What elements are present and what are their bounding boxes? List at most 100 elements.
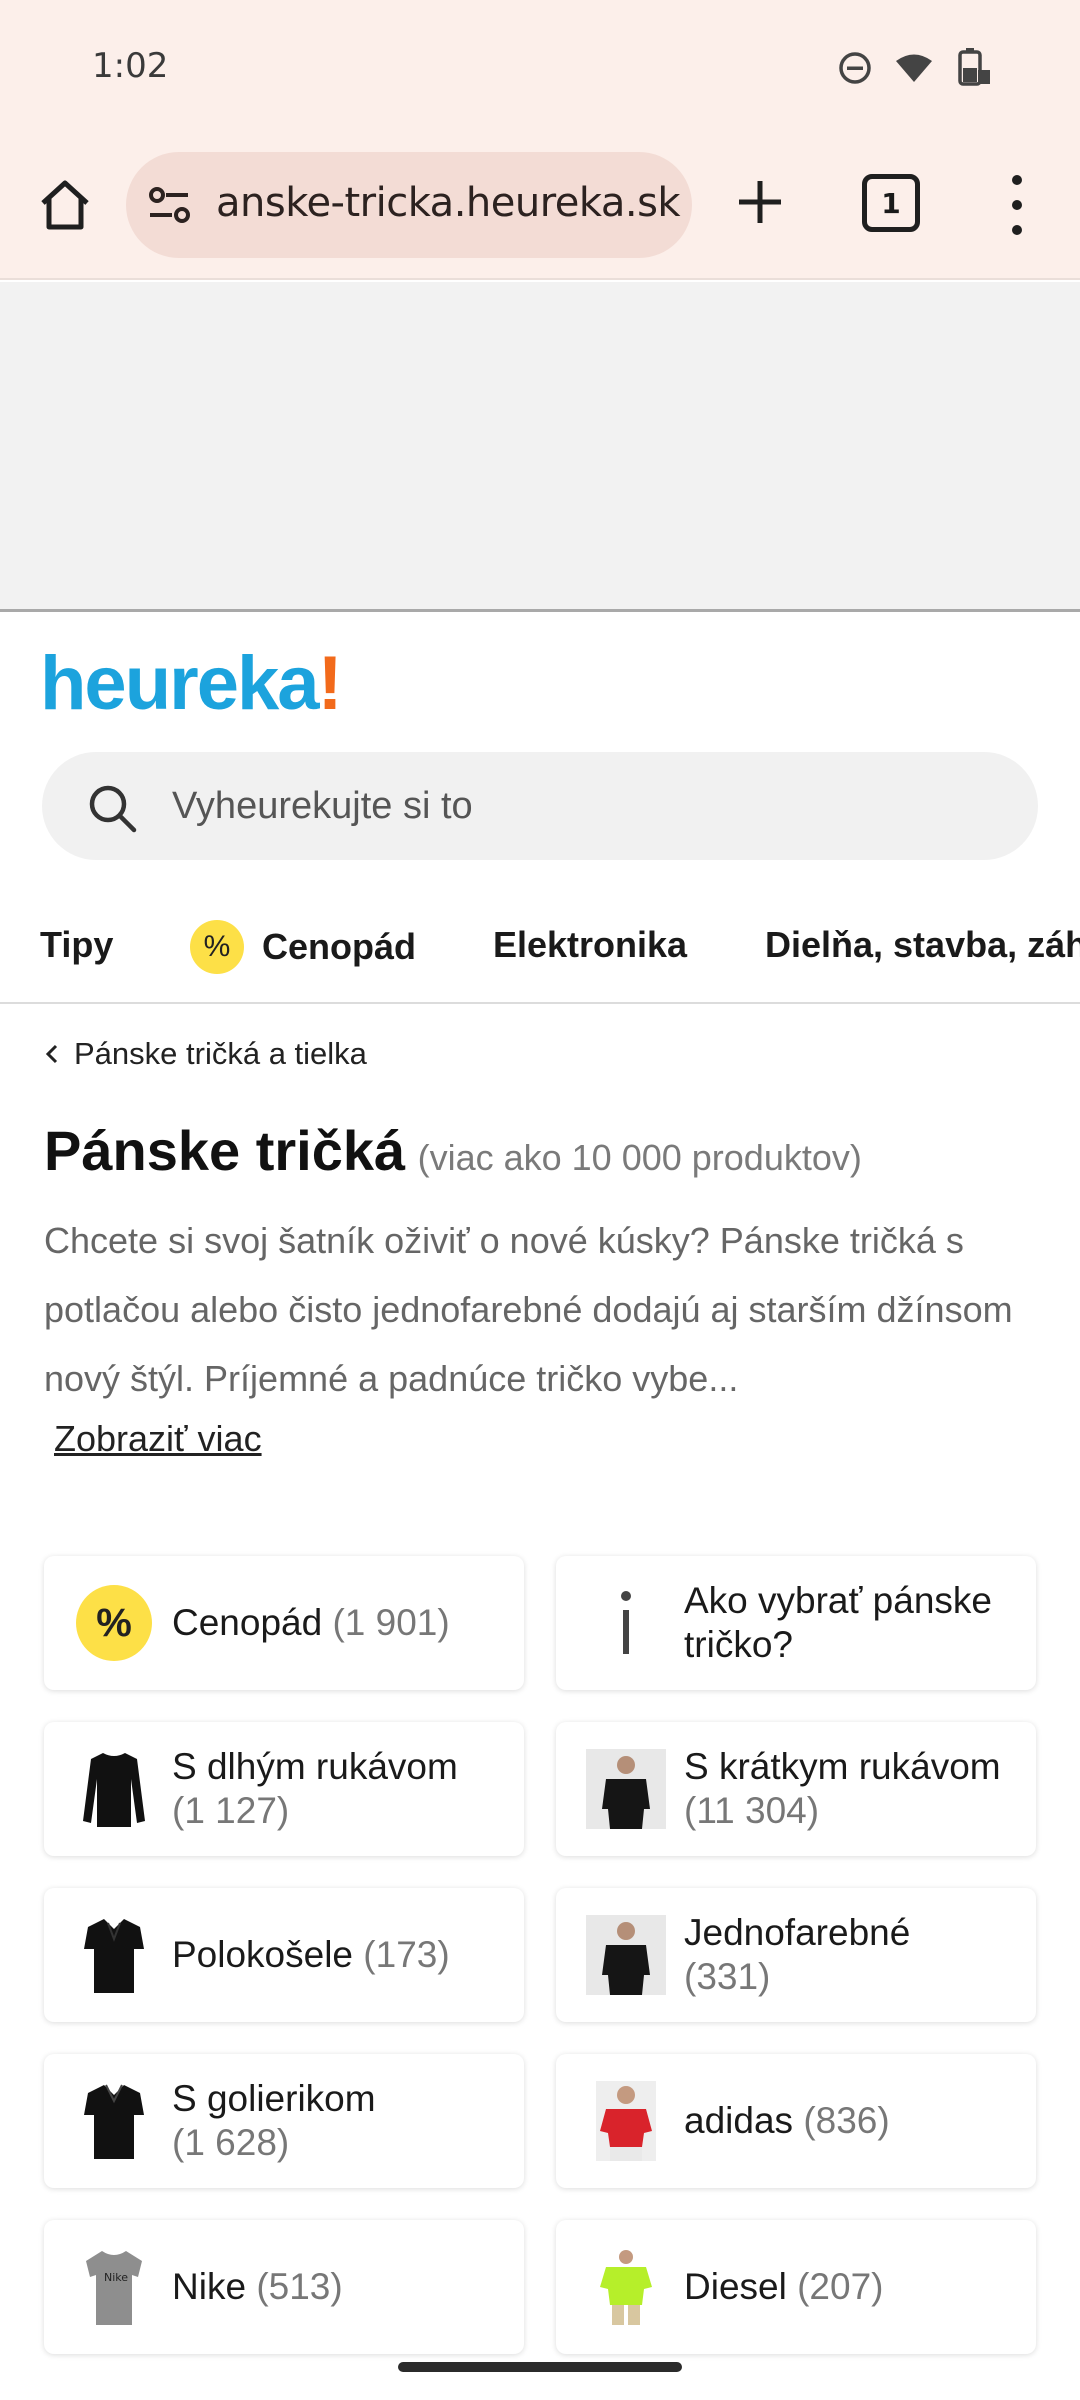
tile-long-sleeve[interactable]: S dlhým rukávom (1 127) [44, 1722, 524, 1856]
home-button[interactable] [34, 174, 96, 236]
tile-diesel[interactable]: Diesel (207) [556, 2220, 1036, 2354]
tile-count: (1 628) [172, 2122, 290, 2163]
product-count: (viac ako 10 000 produktov) [417, 1137, 862, 1178]
tile-plain[interactable]: Jednofarebné (331) [556, 1888, 1036, 2022]
tile-label: S krátkym rukávom (11 304) [684, 1722, 1024, 1856]
dnd-icon [839, 52, 871, 84]
logo-accent: ! [317, 641, 343, 726]
thumb [586, 1583, 666, 1663]
heureka-logo[interactable]: heureka! [40, 640, 343, 727]
ad-banner-area [0, 282, 1080, 612]
thumb: Nike [74, 2247, 154, 2327]
category-nav: Tipy % Cenopád Elektronika Dielňa, stavb… [0, 900, 1080, 1004]
category-elektronika[interactable]: Elektronika [493, 924, 687, 966]
tile-nike[interactable]: Nike Nike (513) [44, 2220, 524, 2354]
thumb [586, 2081, 666, 2161]
tile-name: adidas [684, 2100, 794, 2141]
thumb [74, 2081, 154, 2161]
tile-name: S golierikom [172, 2078, 376, 2119]
tile-label: S golierikom (1 628) [172, 2054, 512, 2188]
tile-name: Cenopád [172, 1602, 323, 1643]
category-label: Elektronika [493, 924, 688, 965]
home-icon [41, 180, 89, 230]
category-description: Chcete si svoj šatník oživiť o nové kúsk… [44, 1220, 1013, 1399]
tile-collar[interactable]: S golierikom (1 628) [44, 2054, 524, 2188]
tile-count: (1 127) [172, 1790, 290, 1831]
tab-switcher-button[interactable]: 1 [862, 174, 920, 232]
show-more-link[interactable]: Zobraziť viac [54, 1418, 262, 1460]
category-label: Tipy [40, 924, 114, 965]
tile-buying-guide[interactable]: Ako vybrať pánske tričko? [556, 1556, 1036, 1690]
browser-menu-button[interactable] [1000, 168, 1034, 242]
plus-icon [739, 181, 781, 223]
red-tshirt-photo-icon [596, 2081, 656, 2161]
wifi-icon [896, 54, 932, 82]
tile-name: Ako vybrať pánske tričko? [684, 1580, 992, 1665]
tile-label: Jednofarebné (331) [684, 1888, 1024, 2022]
gesture-home-indicator[interactable] [398, 2362, 682, 2372]
search-icon [89, 785, 137, 833]
menu-dot [1012, 224, 1022, 235]
tile-label: Ako vybrať pánske tričko? [684, 1556, 1024, 1690]
tile-short-sleeve[interactable]: S krátkym rukávom (11 304) [556, 1722, 1036, 1856]
tile-label: Diesel (207) [684, 2220, 1024, 2354]
search-bar[interactable] [42, 752, 1038, 860]
long-sleeve-shirt-icon [83, 1753, 145, 1827]
url-text[interactable]: anske-tricka.heureka.sk [216, 180, 681, 226]
thumb [74, 1915, 154, 1995]
page-title: Pánske tričká [44, 1119, 406, 1182]
tile-count: (207) [797, 2266, 884, 2307]
category-label: Cenopád [262, 926, 417, 967]
collar-shirt-icon [84, 2084, 144, 2159]
page-heading: Pánske tričká (viac ako 10 000 produktov… [44, 1118, 1044, 1183]
tile-count: (513) [256, 2266, 343, 2307]
tile-adidas[interactable]: adidas (836) [556, 2054, 1036, 2188]
chevron-left-icon [45, 1044, 58, 1064]
logo-text: heureka [40, 641, 319, 726]
site-settings-icon[interactable] [146, 182, 194, 228]
tile-polo[interactable]: Polokošele (173) [44, 1888, 524, 2022]
info-icon [621, 1591, 631, 1654]
tile-cenopad[interactable]: % Cenopád (1 901) [44, 1556, 524, 1690]
tile-name: Polokošele [172, 1934, 354, 1975]
breadcrumb-label: Pánske tričká a tielka [74, 1036, 367, 1071]
man-tshirt-photo-icon [586, 1749, 666, 1829]
thumb [586, 2247, 666, 2327]
battery-icon [958, 48, 990, 86]
thumb [586, 1915, 666, 1995]
url-bar[interactable]: anske-tricka.heureka.sk [126, 152, 692, 258]
svg-text:Nike: Nike [104, 2271, 128, 2284]
tile-name: S dlhým rukávom [172, 1746, 458, 1787]
search-input[interactable] [172, 778, 972, 834]
tile-name: Nike [172, 2266, 247, 2307]
tile-count: (1 901) [332, 1602, 450, 1643]
tile-count: (836) [803, 2100, 890, 2141]
menu-dot [1012, 175, 1022, 186]
tile-count: (173) [363, 1934, 450, 1975]
tile-label: Polokošele (173) [172, 1888, 512, 2022]
thumb: % [74, 1583, 154, 1663]
man-tshirt-photo-icon [586, 1915, 666, 1995]
category-cenopad[interactable]: % Cenopád [190, 920, 416, 974]
status-icons [838, 48, 992, 88]
browser-toolbar: anske-tricka.heureka.sk 1 [0, 130, 1080, 280]
tile-count: (11 304) [684, 1790, 820, 1831]
tile-name: Diesel [684, 2266, 787, 2307]
grey-tshirt-icon: Nike [86, 2251, 142, 2325]
thumb [74, 1749, 154, 1829]
category-tipy[interactable]: Tipy [40, 924, 113, 966]
category-dielna[interactable]: Dielňa, stavba, záh [765, 924, 1080, 966]
category-label: Dielňa, stavba, záh [765, 924, 1080, 965]
lime-tshirt-photo-icon [596, 2247, 656, 2327]
polo-shirt-icon [84, 1919, 144, 1993]
new-tab-button[interactable] [728, 170, 792, 234]
status-bar: 1:02 [0, 0, 1080, 130]
breadcrumb[interactable]: Pánske tričká a tielka [44, 1036, 367, 1072]
thumb [586, 1749, 666, 1829]
tile-label: S dlhým rukávom (1 127) [172, 1722, 512, 1856]
tile-name: S krátkym rukávom [684, 1746, 1001, 1787]
tile-name: Jednofarebné [684, 1912, 911, 1953]
menu-dot [1012, 199, 1022, 210]
tile-label: adidas (836) [684, 2054, 1024, 2188]
tile-count: (331) [684, 1956, 771, 1997]
